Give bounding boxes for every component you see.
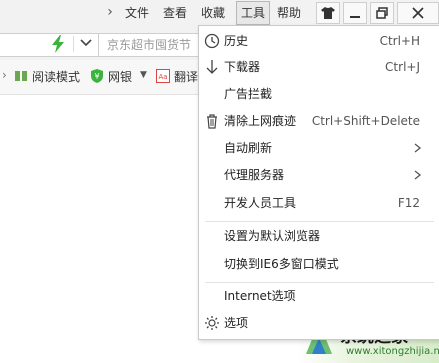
close-icon: [412, 7, 424, 19]
download-arrow-icon: [206, 60, 218, 74]
minimize-icon: [350, 16, 360, 18]
restore-icon: [376, 7, 388, 19]
chevron-down-icon[interactable]: [76, 34, 96, 54]
bookmark-online-bank[interactable]: 网银: [108, 69, 132, 85]
bookmark-translate[interactable]: 翻译: [174, 69, 198, 85]
minimize-button[interactable]: [343, 2, 367, 24]
menu-item-dev-tools[interactable]: 开发人员工具 F12: [199, 192, 439, 214]
menu-item-internet-options[interactable]: Internet选项: [199, 285, 439, 307]
trash-icon: [207, 114, 217, 129]
menu-item-label: 清除上网痕迹: [224, 114, 297, 128]
menu-item-label: 代理服务器: [224, 168, 285, 182]
menu-divider: [205, 282, 434, 283]
gear-icon: [205, 316, 219, 330]
chevron-right-icon[interactable]: ›: [2, 68, 7, 82]
menu-item-label: 开发人员工具: [224, 196, 297, 210]
svg-text:Aa: Aa: [158, 73, 167, 81]
translate-icon: Aa: [156, 69, 170, 83]
menu-item-set-default-browser[interactable]: 设置为默认浏览器: [199, 225, 439, 247]
menu-item-label: 选项: [224, 316, 249, 330]
shirt-icon: [321, 7, 335, 19]
close-button[interactable]: [397, 2, 439, 24]
tools-dropdown-menu: 历史 Ctrl+H 下载器 Ctrl+J 广告拦截 清除上网痕迹 Ctrl+Sh…: [198, 25, 439, 340]
restore-button[interactable]: [370, 2, 394, 24]
svg-text:¥: ¥: [94, 72, 99, 81]
submenu-arrow-icon: [414, 170, 422, 180]
reading-mode-icon: [15, 71, 27, 81]
bank-shield-icon: ¥: [91, 69, 103, 83]
menu-file[interactable]: 文件: [121, 3, 153, 23]
menu-item-label: 下载器: [224, 60, 261, 74]
menu-item-options[interactable]: 选项: [199, 312, 439, 334]
caret-down-icon[interactable]: ▼: [140, 70, 147, 80]
menu-item-label: 广告拦截: [224, 87, 273, 101]
menu-item-auto-refresh[interactable]: 自动刷新: [199, 137, 439, 159]
shortcut-label: Ctrl+H: [379, 34, 420, 48]
menu-item-proxy-server[interactable]: 代理服务器: [199, 164, 439, 186]
menu-item-downloader[interactable]: 下载器 Ctrl+J: [199, 56, 439, 78]
menu-item-clear-traces[interactable]: 清除上网痕迹 Ctrl+Shift+Delete: [199, 110, 439, 132]
menu-tools[interactable]: 工具: [236, 1, 270, 25]
menu-item-label: Internet选项: [224, 289, 296, 303]
menu-item-label: 切换到IE6多窗口模式: [224, 257, 339, 271]
menu-item-history[interactable]: 历史 Ctrl+H: [199, 30, 439, 52]
bookmark-reading-mode[interactable]: 阅读模式: [32, 69, 80, 85]
menu-item-ie6-mode[interactable]: 切换到IE6多窗口模式: [199, 253, 439, 275]
menu-divider: [205, 221, 434, 222]
menu-item-label: 设置为默认浏览器: [224, 229, 321, 243]
shortcut-label: Ctrl+J: [385, 60, 420, 74]
lightning-bolt-icon[interactable]: [50, 35, 66, 53]
shortcut-label: F12: [397, 196, 420, 210]
submenu-arrow-icon: [414, 143, 422, 153]
chevron-right-icon[interactable]: ›: [103, 4, 117, 20]
skin-button[interactable]: [316, 2, 340, 24]
menu-bar: › 文件 查看 收藏 工具 帮助: [0, 0, 439, 26]
menu-help[interactable]: 帮助: [273, 3, 305, 23]
menu-item-label: 历史: [224, 34, 249, 48]
menu-view[interactable]: 查看: [159, 3, 191, 23]
menu-favorites[interactable]: 收藏: [197, 3, 229, 23]
menu-item-ad-block[interactable]: 广告拦截: [199, 83, 439, 105]
shortcut-label: Ctrl+Shift+Delete: [311, 114, 420, 128]
menu-item-label: 自动刷新: [224, 141, 273, 155]
history-clock-icon: [204, 33, 220, 49]
watermark-url: www.xitongzhijia.net: [346, 346, 439, 357]
divider: [73, 36, 74, 52]
